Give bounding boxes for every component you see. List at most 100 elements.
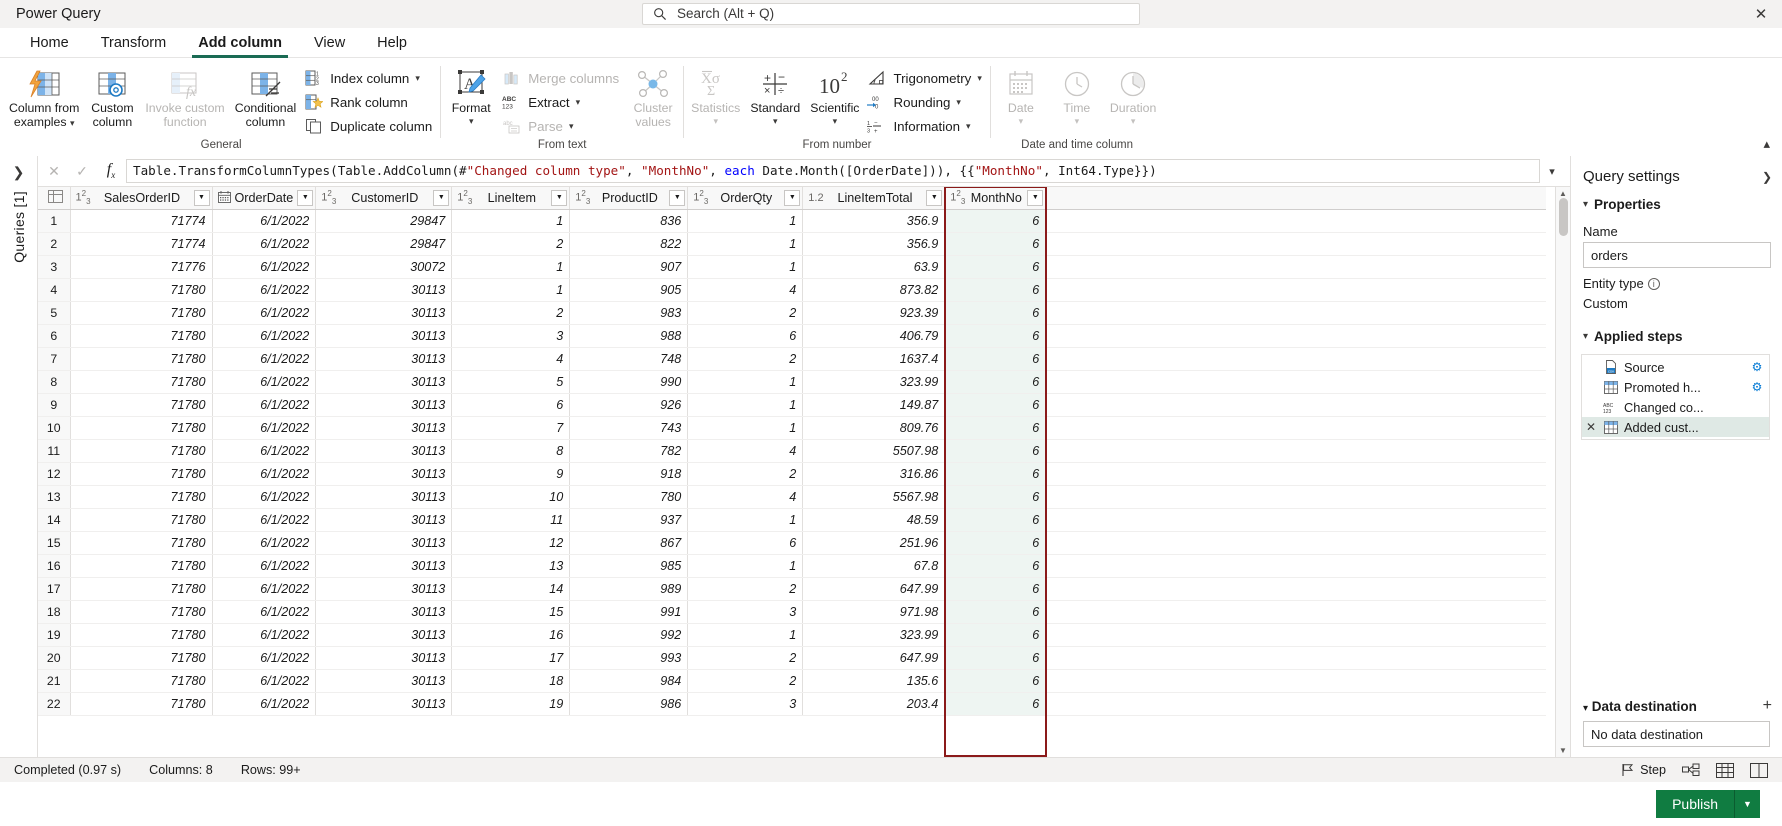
column-filter-dropdown-icon[interactable]: ▼ <box>193 189 210 206</box>
cell-orderqty[interactable]: 6 <box>687 324 804 348</box>
cell-customerid[interactable]: 30113 <box>315 600 453 624</box>
table-row[interactable]: 21 71780 6/1/2022 30113 18 984 2 135.6 6 <box>38 669 1546 693</box>
cell-orderqty[interactable]: 1 <box>687 416 804 440</box>
cell-monthno[interactable]: 6 <box>944 692 1047 716</box>
cell-productid[interactable]: 905 <box>569 278 689 302</box>
column-header-productid[interactable]: 123 ProductID ▼ <box>569 187 689 210</box>
cell-productid[interactable]: 984 <box>569 669 689 693</box>
cell-orderqty[interactable]: 1 <box>687 232 804 256</box>
cell-lineitemtotal[interactable]: 923.39 <box>802 301 946 325</box>
applied-step-changed-columns[interactable]: ABC 123 Changed co... <box>1582 397 1769 417</box>
row-number[interactable]: 9 <box>38 393 71 417</box>
table-row[interactable]: 18 71780 6/1/2022 30113 15 991 3 971.98 6 <box>38 600 1546 624</box>
standard-button[interactable]: + − × ÷ Standard ▾ <box>745 64 805 129</box>
cell-productid[interactable]: 907 <box>569 255 689 279</box>
cell-lineitem[interactable]: 9 <box>451 462 571 486</box>
cell-lineitem[interactable]: 6 <box>451 393 571 417</box>
table-row[interactable]: 20 71780 6/1/2022 30113 17 993 2 647.99 6 <box>38 646 1546 670</box>
cell-salesorderid[interactable]: 71780 <box>70 370 213 394</box>
cell-monthno[interactable]: 6 <box>944 370 1047 394</box>
cell-monthno[interactable]: 6 <box>944 508 1047 532</box>
row-number[interactable]: 14 <box>38 508 71 532</box>
cell-monthno[interactable]: 6 <box>944 462 1047 486</box>
cell-orderqty[interactable]: 2 <box>687 669 804 693</box>
cell-orderdate[interactable]: 6/1/2022 <box>212 393 317 417</box>
cell-salesorderid[interactable]: 71780 <box>70 485 213 509</box>
cell-lineitem[interactable]: 1 <box>451 278 571 302</box>
cell-monthno[interactable]: 6 <box>944 416 1047 440</box>
cell-lineitem[interactable]: 13 <box>451 554 571 578</box>
row-number[interactable]: 18 <box>38 600 71 624</box>
cell-productid[interactable]: 743 <box>569 416 689 440</box>
cell-customerid[interactable]: 30113 <box>315 646 453 670</box>
cell-orderqty[interactable]: 4 <box>687 485 804 509</box>
table-row[interactable]: 13 71780 6/1/2022 30113 10 780 4 5567.98 6 <box>38 485 1546 509</box>
cell-salesorderid[interactable]: 71780 <box>70 301 213 325</box>
cell-lineitemtotal[interactable]: 5567.98 <box>802 485 946 509</box>
step-indicator[interactable]: Step <box>1621 763 1666 777</box>
cell-orderqty[interactable]: 1 <box>687 623 804 647</box>
row-number[interactable]: 22 <box>38 692 71 716</box>
cell-lineitem[interactable]: 2 <box>451 301 571 325</box>
row-number[interactable]: 13 <box>38 485 71 509</box>
diagram-view-icon[interactable] <box>1682 763 1700 777</box>
gear-icon[interactable]: ⚙ <box>1749 360 1765 374</box>
cell-lineitemtotal[interactable]: 809.76 <box>802 416 946 440</box>
cell-customerid[interactable]: 30113 <box>315 278 453 302</box>
cell-productid[interactable]: 926 <box>569 393 689 417</box>
cell-monthno[interactable]: 6 <box>944 439 1047 463</box>
cell-orderqty[interactable]: 1 <box>687 255 804 279</box>
rank-column-button[interactable]: Rank column <box>301 90 438 114</box>
select-all-corner[interactable] <box>38 187 71 210</box>
cell-orderdate[interactable]: 6/1/2022 <box>212 462 317 486</box>
cell-monthno[interactable]: 6 <box>944 301 1047 325</box>
cell-lineitemtotal[interactable]: 203.4 <box>802 692 946 716</box>
tab-view[interactable]: View <box>298 29 361 57</box>
cell-orderdate[interactable]: 6/1/2022 <box>212 531 317 555</box>
cell-lineitemtotal[interactable]: 323.99 <box>802 370 946 394</box>
cell-productid[interactable]: 822 <box>569 232 689 256</box>
cell-orderqty[interactable]: 2 <box>687 462 804 486</box>
cell-salesorderid[interactable]: 71780 <box>70 646 213 670</box>
cell-lineitemtotal[interactable]: 971.98 <box>802 600 946 624</box>
formula-expand-icon[interactable]: ▾ <box>1540 165 1564 178</box>
cell-monthno[interactable]: 6 <box>944 255 1047 279</box>
cell-orderqty[interactable]: 2 <box>687 646 804 670</box>
custom-column-button[interactable]: Custom column <box>84 64 140 131</box>
cell-lineitemtotal[interactable]: 356.9 <box>802 209 946 233</box>
rounding-button[interactable]: 00 0 Rounding ▾ <box>864 90 987 114</box>
table-row[interactable]: 16 71780 6/1/2022 30113 13 985 1 67.8 6 <box>38 554 1546 578</box>
cell-orderdate[interactable]: 6/1/2022 <box>212 623 317 647</box>
cell-monthno[interactable]: 6 <box>944 623 1047 647</box>
row-number[interactable]: 1 <box>38 209 71 233</box>
cell-lineitem[interactable]: 14 <box>451 577 571 601</box>
row-number[interactable]: 4 <box>38 278 71 302</box>
row-number[interactable]: 17 <box>38 577 71 601</box>
close-icon[interactable]: ✕ <box>1750 3 1772 25</box>
cell-orderqty[interactable]: 3 <box>687 692 804 716</box>
cell-productid[interactable]: 867 <box>569 531 689 555</box>
row-number[interactable]: 7 <box>38 347 71 371</box>
cell-orderdate[interactable]: 6/1/2022 <box>212 232 317 256</box>
cell-salesorderid[interactable]: 71780 <box>70 278 213 302</box>
cell-monthno[interactable]: 6 <box>944 600 1047 624</box>
table-row[interactable]: 17 71780 6/1/2022 30113 14 989 2 647.99 6 <box>38 577 1546 601</box>
column-filter-dropdown-icon[interactable]: ▼ <box>926 189 943 206</box>
cell-orderqty[interactable]: 4 <box>687 439 804 463</box>
cell-productid[interactable]: 992 <box>569 623 689 647</box>
cell-orderdate[interactable]: 6/1/2022 <box>212 278 317 302</box>
cell-customerid[interactable]: 30113 <box>315 692 453 716</box>
cell-lineitemtotal[interactable]: 149.87 <box>802 393 946 417</box>
cell-salesorderid[interactable]: 71780 <box>70 692 213 716</box>
cell-monthno[interactable]: 6 <box>944 347 1047 371</box>
column-filter-dropdown-icon[interactable]: ▼ <box>669 189 686 206</box>
row-number[interactable]: 5 <box>38 301 71 325</box>
cell-lineitemtotal[interactable]: 1637.4 <box>802 347 946 371</box>
properties-section-header[interactable]: ▾ Properties <box>1571 193 1782 216</box>
applied-step-source[interactable]: csv Source ⚙ <box>1582 357 1769 377</box>
plus-icon[interactable]: + <box>1763 697 1772 715</box>
cell-productid[interactable]: 990 <box>569 370 689 394</box>
table-row[interactable]: 7 71780 6/1/2022 30113 4 748 2 1637.4 6 <box>38 347 1546 371</box>
cell-orderdate[interactable]: 6/1/2022 <box>212 301 317 325</box>
cell-lineitemtotal[interactable]: 873.82 <box>802 278 946 302</box>
